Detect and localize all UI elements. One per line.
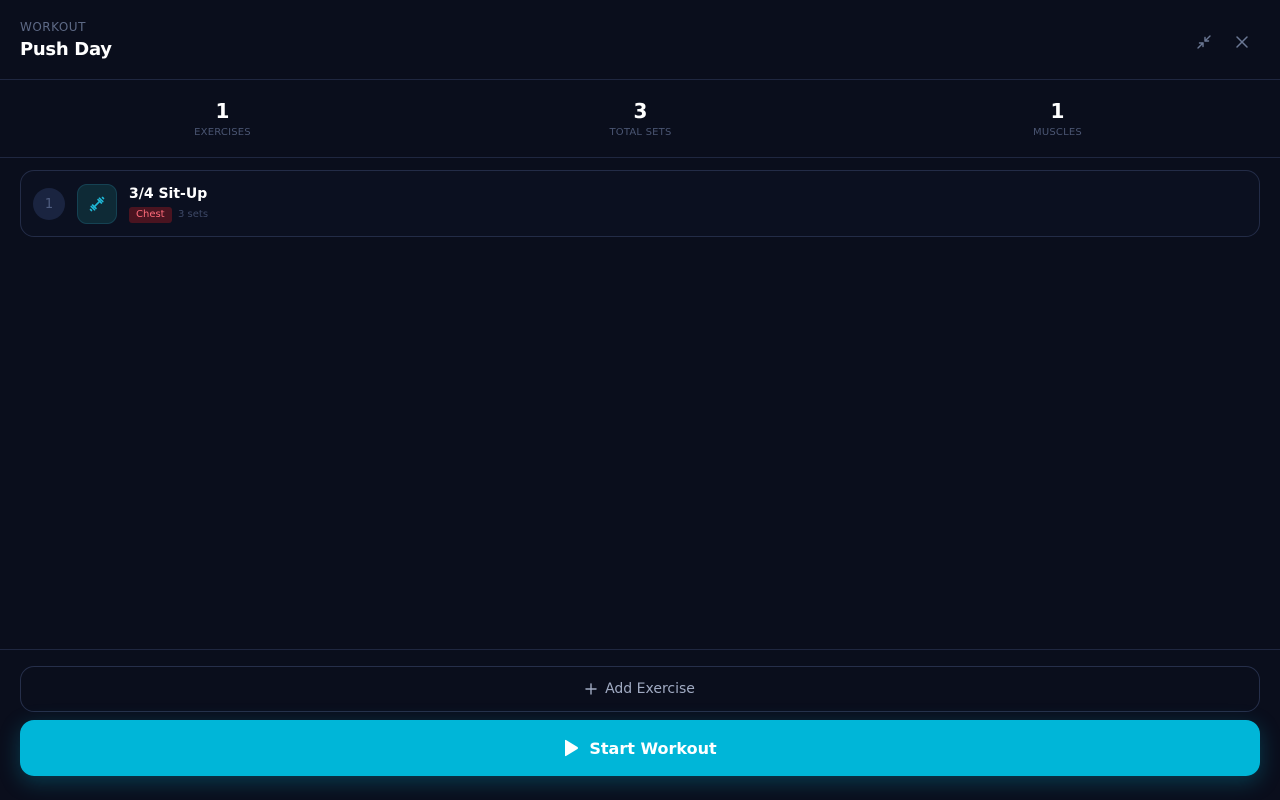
stat-value: 3	[633, 99, 648, 123]
footer-divider	[0, 649, 1280, 650]
muscle-tag: Chest	[129, 207, 172, 223]
dumbbell-icon	[89, 196, 105, 212]
add-exercise-button[interactable]: Add Exercise	[20, 666, 1260, 712]
start-workout-label: Start Workout	[589, 738, 717, 758]
stat-value: 1	[1050, 99, 1065, 123]
header: WORKOUT Push Day	[0, 0, 1280, 80]
stat-total-sets: 3 TOTAL SETS	[438, 80, 843, 158]
exercise-sets: 3 sets	[178, 209, 209, 220]
stat-exercises: 1 EXERCISES	[20, 80, 425, 158]
exercise-card[interactable]: 1 3/4 Sit-Up Chest 3 sets	[20, 170, 1260, 237]
plus-icon	[585, 683, 597, 695]
exercise-name: 3/4 Sit-Up	[129, 186, 208, 202]
start-workout-button[interactable]: Start Workout	[20, 720, 1260, 776]
stat-label: MUSCLES	[1033, 127, 1082, 138]
stat-label: EXERCISES	[194, 127, 251, 138]
header-eyebrow: WORKOUT	[20, 20, 86, 34]
stat-value: 1	[215, 99, 230, 123]
exercise-icon-box	[77, 184, 117, 224]
workout-title: Push Day	[20, 39, 112, 60]
workout-panel: WORKOUT Push Day 1 EXERCISES 3 TOTAL SET…	[0, 0, 1280, 800]
minimize-icon	[1197, 35, 1211, 49]
minimize-button[interactable]	[1193, 31, 1215, 53]
play-icon	[565, 739, 579, 757]
add-exercise-label: Add Exercise	[605, 681, 695, 697]
close-button[interactable]	[1231, 31, 1253, 53]
stats-bar: 1 EXERCISES 3 TOTAL SETS 1 MUSCLES	[0, 80, 1280, 158]
stat-muscles: 1 MUSCLES	[855, 80, 1260, 158]
stat-label: TOTAL SETS	[609, 127, 672, 138]
close-icon	[1236, 36, 1248, 48]
exercise-index: 1	[33, 188, 65, 220]
